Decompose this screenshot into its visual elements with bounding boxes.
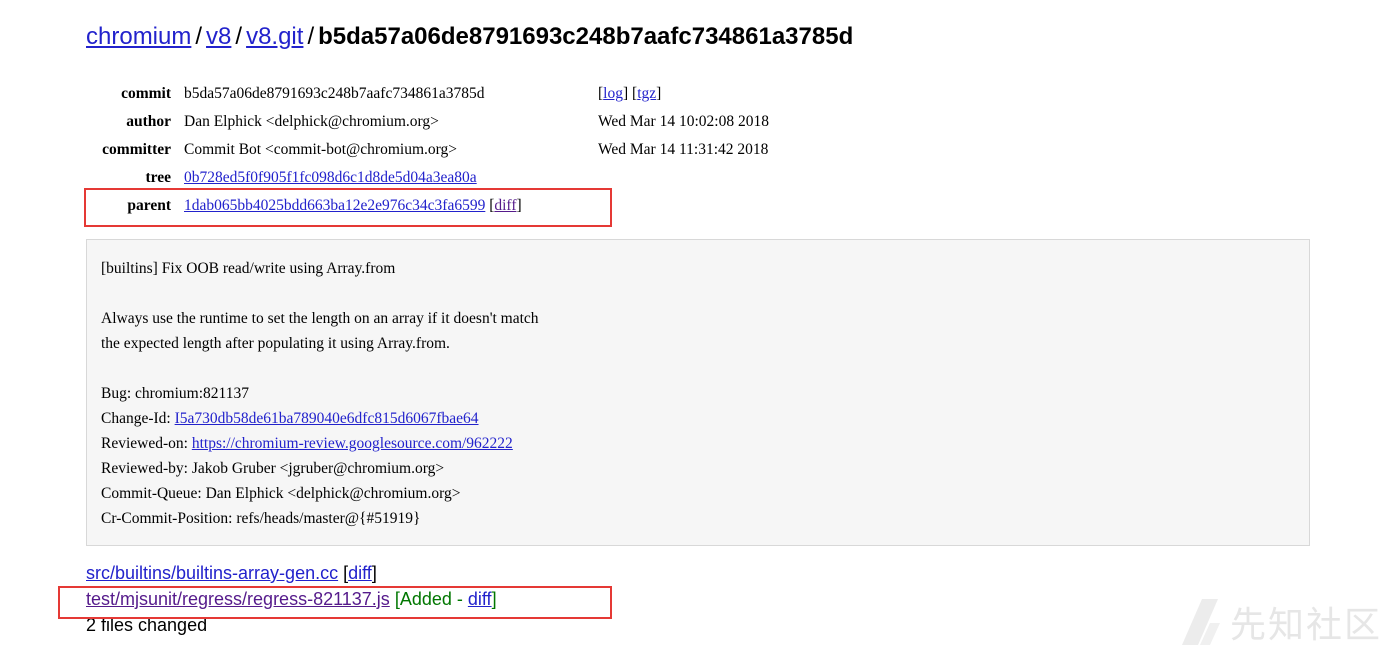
meta-key-commit: commit (121, 85, 171, 102)
breadcrumb-separator: / (235, 23, 243, 50)
breadcrumb-link-v8-git[interactable]: v8.git (246, 23, 303, 50)
message-blank (101, 281, 1295, 306)
meta-key-parent: parent (127, 197, 171, 214)
breadcrumb: chromium / v8/v8.git / b5da57a06de8791693c24… (86, 20, 853, 54)
message-commit-queue: Commit-Queue: Dan Elphick <delphick@chro… (101, 485, 461, 502)
message-reviewed-on: Reviewed-on: https://chromium-review.goo… (101, 431, 1295, 456)
reviewed-on-label: Reviewed-on: (101, 435, 192, 452)
message-title: [builtins] Fix OOB read/write using Arra… (101, 260, 396, 277)
file-diff-link[interactable]: diff (348, 563, 372, 583)
message-body-line: the expected length after populating it … (101, 335, 450, 352)
file-link[interactable]: src/builtins/builtins-array-gen.cc (86, 563, 338, 583)
meta-key-committer: committer (102, 141, 171, 158)
parent-hash-link[interactable]: 1dab065bb4025bdd663ba12e2e976c34c3fa6599 (184, 197, 485, 214)
tree-value: 0b728ed5f0f905f1fc098d6c1d8de5d04a3ea80a (184, 164, 477, 192)
reviewed-on-link[interactable]: https://chromium-review.googlesource.com… (192, 435, 513, 452)
meta-key-author: author (126, 113, 171, 130)
message-body-line: Always use the runtime to set the length… (101, 310, 539, 327)
message-change-id: Change-Id: I5a730db58de61ba789040e6dfc81… (101, 406, 1295, 431)
commit-message: [builtins] Fix OOB read/write using Arra… (86, 239, 1310, 546)
message-cr-commit-position: Cr-Commit-Position: refs/heads/master@{#… (101, 510, 421, 527)
watermark-text: 先知社区 (1229, 605, 1382, 646)
change-id-link[interactable]: I5a730db58de61ba789040e6dfc815d6067fbae6… (175, 410, 479, 427)
file-diff-link[interactable]: diff (468, 589, 492, 609)
breadcrumb-link-chromium[interactable]: chromium (86, 23, 191, 50)
file-row: test/mjsunit/regress/regress-821137.js [… (86, 586, 497, 612)
log-link[interactable]: log (603, 85, 623, 102)
tgz-link[interactable]: tgz (637, 85, 656, 102)
committer-value: Commit Bot <commit-bot@chromium.org> (184, 141, 458, 158)
file-row: src/builtins/builtins-array-gen.cc [diff… (86, 560, 497, 586)
author-date: Wed Mar 14 10:02:08 2018 (598, 113, 769, 130)
message-bug: Bug: chromium:821137 (101, 385, 249, 402)
commit-links: [log] [tgz] (598, 85, 662, 102)
change-id-label: Change-Id: (101, 410, 175, 427)
commit-hash: b5da57a06de8791693c248b7aafc734861a3785d (184, 85, 485, 102)
file-status-label: Added - (399, 589, 468, 609)
breadcrumb-link-v8[interactable]: v8 (206, 23, 231, 50)
tree-hash-link[interactable]: 0b728ed5f0f905f1fc098d6c1d8de5d04a3ea80a (184, 169, 477, 186)
parent-value: 1dab065bb4025bdd663ba12e2e976c34c3fa6599… (184, 197, 522, 214)
file-link[interactable]: test/mjsunit/regress/regress-821137.js (86, 589, 390, 609)
message-reviewed-by: Reviewed-by: Jakob Gruber <jgruber@chrom… (101, 460, 445, 477)
parent-diff-link[interactable]: diff (494, 197, 516, 214)
breadcrumb-current-commit: b5da57a06de8791693c248b7aafc734861a3785d (318, 23, 854, 50)
committer-date: Wed Mar 14 11:31:42 2018 (598, 141, 769, 158)
watermark-logo-icon (1181, 599, 1220, 645)
files-changed-summary: 2 files changed (86, 615, 208, 635)
breadcrumb-separator: / (307, 23, 315, 50)
file-diff-bracket: [diff] (343, 563, 377, 583)
changed-files: src/builtins/builtins-array-gen.cc [diff… (86, 560, 497, 638)
watermark: 先知社区 (1178, 596, 1382, 648)
message-blank (101, 356, 1295, 381)
breadcrumb-separator: / (195, 23, 203, 50)
meta-key-tree: tree (145, 169, 171, 186)
file-status-added: [Added - diff] (394, 589, 497, 609)
author-value: Dan Elphick <delphick@chromium.org> (184, 113, 439, 130)
